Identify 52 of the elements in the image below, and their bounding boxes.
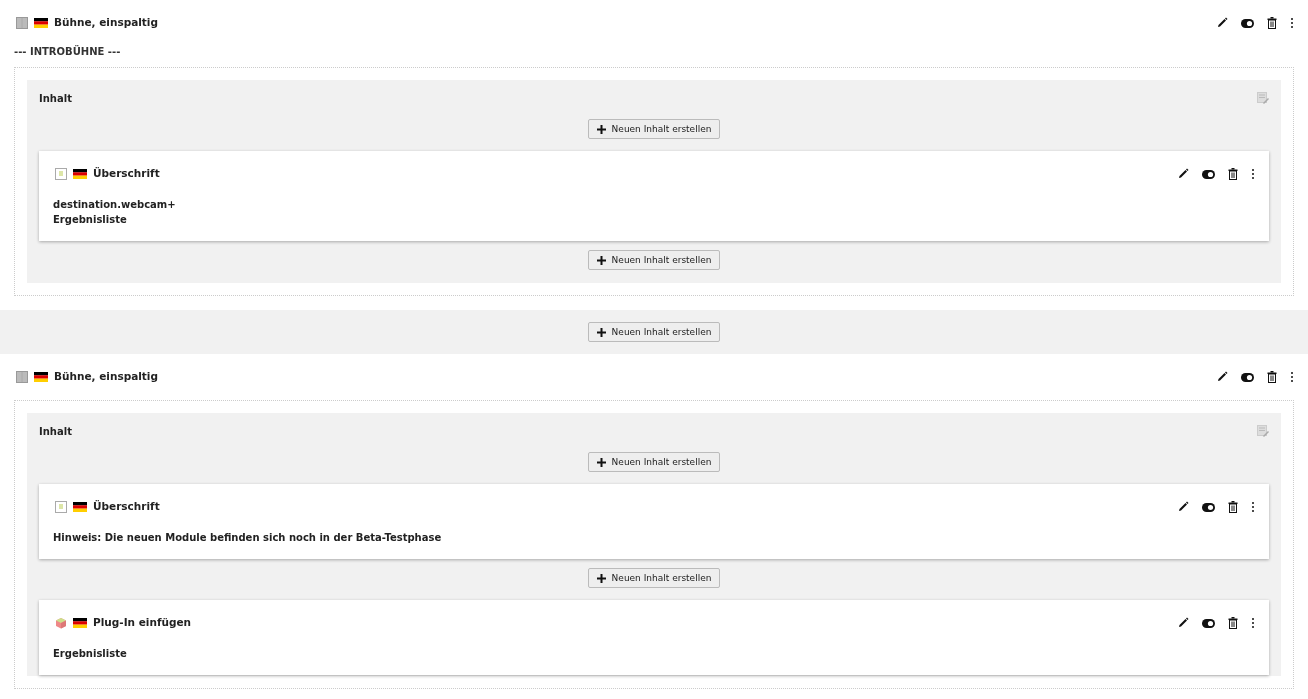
- column-title: Inhalt: [39, 424, 72, 439]
- content-text: destination.webcam+: [53, 198, 177, 212]
- edit-icon[interactable]: [1177, 617, 1189, 629]
- toggle-icon[interactable]: [1202, 618, 1215, 628]
- german-flag-icon: [34, 372, 48, 382]
- plus-icon: [596, 573, 606, 583]
- content-text: Ergebnisliste: [53, 213, 128, 227]
- plus-icon: [596, 124, 606, 134]
- more-icon[interactable]: [1251, 168, 1255, 180]
- toggle-icon[interactable]: [1202, 502, 1215, 512]
- new-content-button[interactable]: Neuen Inhalt erstellen: [587, 322, 721, 342]
- more-icon[interactable]: [1251, 617, 1255, 629]
- more-icon[interactable]: [1251, 501, 1255, 513]
- more-icon[interactable]: [1290, 17, 1294, 29]
- german-flag-icon: [34, 18, 48, 28]
- toggle-icon[interactable]: [1202, 169, 1215, 179]
- element-title: Bühne, einspaltig: [54, 369, 158, 385]
- edit-icon[interactable]: [1177, 168, 1189, 180]
- column-title: Inhalt: [39, 91, 72, 106]
- delete-icon[interactable]: [1267, 17, 1277, 29]
- plus-icon: [596, 457, 606, 467]
- element-title: Überschrift: [93, 499, 160, 515]
- container-subtitle: --- INTROBÜHNE ---: [14, 44, 122, 59]
- delete-icon[interactable]: [1228, 168, 1238, 180]
- german-flag-icon: [73, 169, 87, 179]
- element-title: Plug-In einfügen: [93, 615, 192, 631]
- document-icon: [55, 168, 67, 180]
- plus-icon: [596, 255, 606, 265]
- element-title: Bühne, einspaltig: [54, 15, 158, 31]
- new-content-button[interactable]: Neuen Inhalt erstellen: [587, 250, 721, 270]
- edit-icon[interactable]: [1216, 17, 1228, 29]
- more-icon[interactable]: [1290, 371, 1294, 383]
- content-text: Hinweis: Die neuen Module befinden sich noch in der Beta-Testphase: [53, 531, 443, 545]
- grid-icon: [16, 17, 28, 29]
- new-content-button[interactable]: Neuen Inhalt erstellen: [587, 568, 721, 588]
- plus-icon: [596, 327, 606, 337]
- new-content-button[interactable]: Neuen Inhalt erstellen: [587, 452, 721, 472]
- delete-icon[interactable]: [1228, 617, 1238, 629]
- delete-icon[interactable]: [1228, 501, 1238, 513]
- toggle-icon[interactable]: [1241, 372, 1254, 382]
- delete-icon[interactable]: [1267, 371, 1277, 383]
- new-content-button[interactable]: Neuen Inhalt erstellen: [587, 119, 721, 139]
- grid-icon: [16, 371, 28, 383]
- content-text: Ergebnisliste: [53, 647, 128, 661]
- toggle-icon[interactable]: [1241, 18, 1254, 28]
- cube-icon: [55, 617, 67, 629]
- element-title: Überschrift: [93, 166, 160, 182]
- german-flag-icon: [73, 502, 87, 512]
- edit-icon[interactable]: [1177, 501, 1189, 513]
- edit-icon[interactable]: [1216, 371, 1228, 383]
- document-icon: [55, 501, 67, 513]
- german-flag-icon: [73, 618, 87, 628]
